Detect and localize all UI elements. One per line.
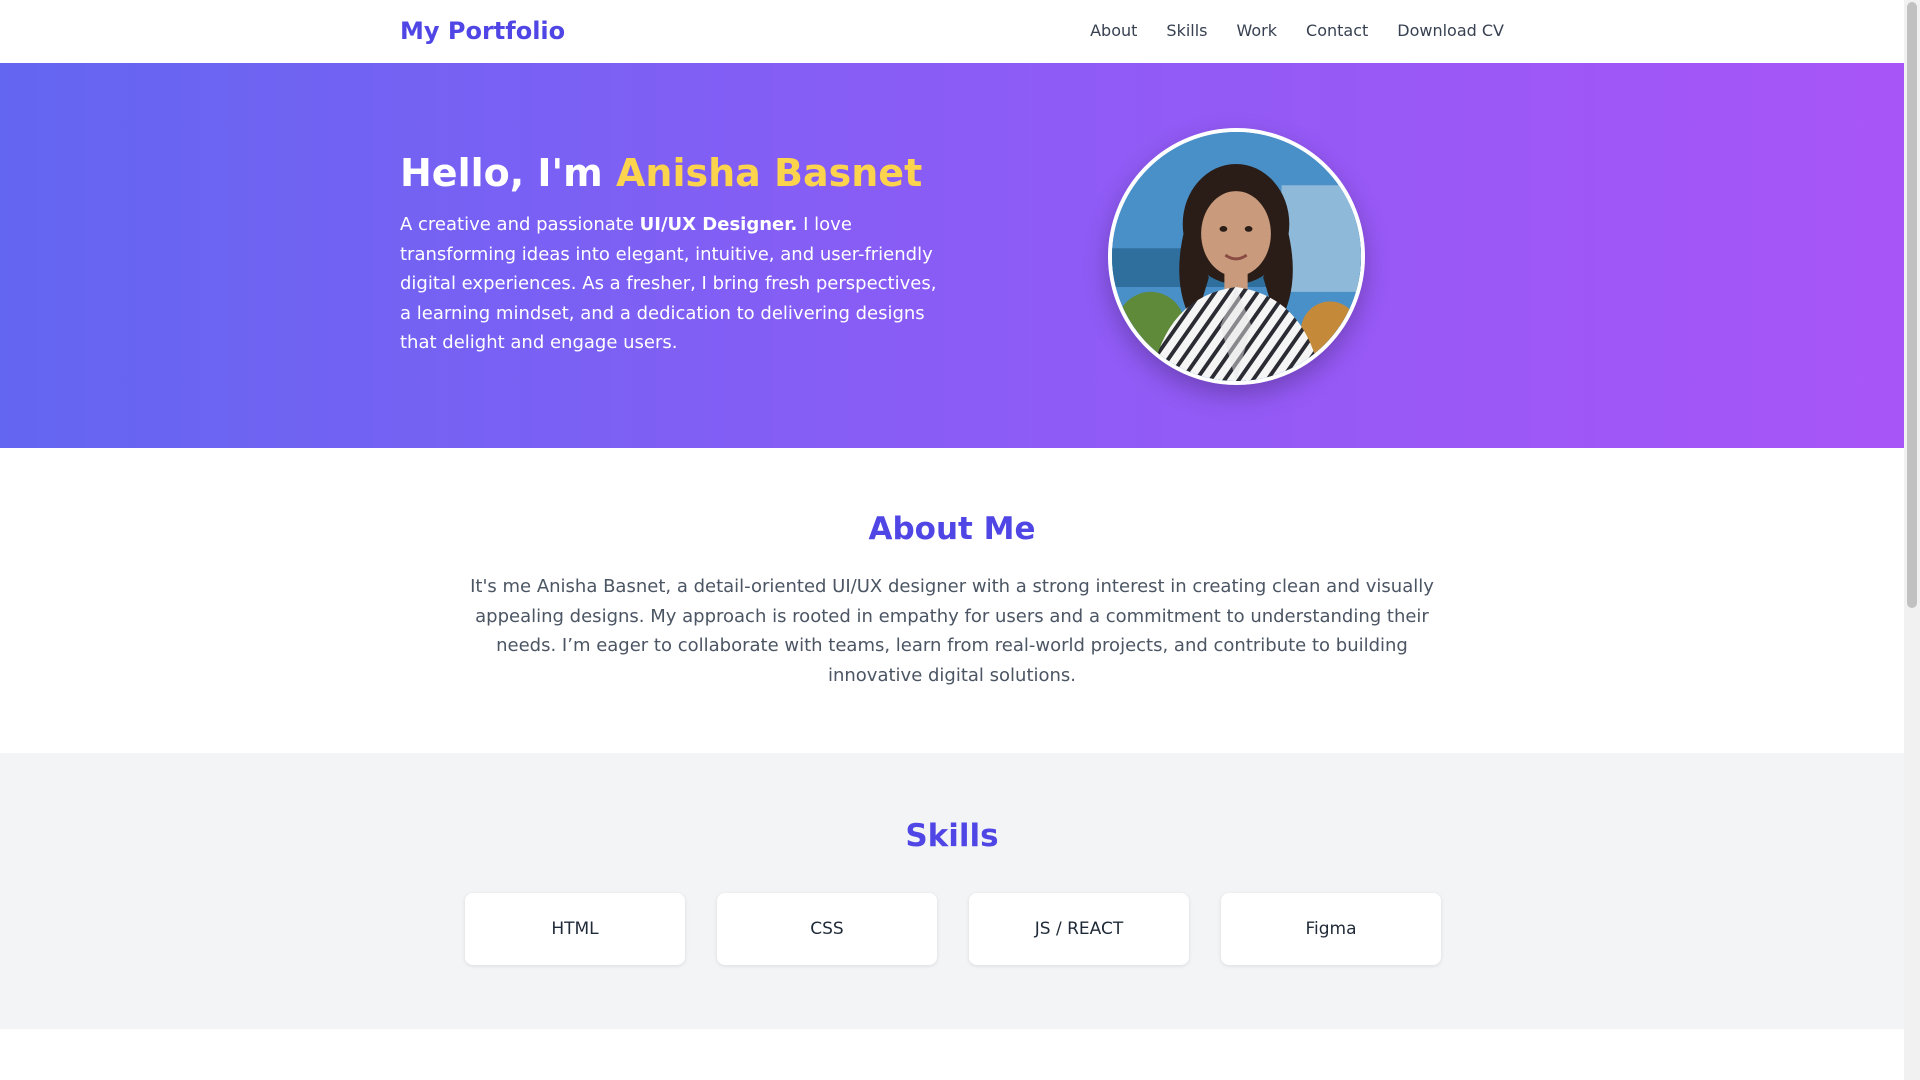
skill-card-html: HTML	[465, 893, 685, 965]
skills-section: Skills HTML CSS JS / REACT Figma	[0, 753, 1904, 1029]
skills-title: Skills	[905, 818, 999, 854]
hero-section: Hello, I'm Anisha Basnet A creative and …	[0, 63, 1904, 448]
hero-name: Anisha Basnet	[616, 151, 923, 195]
scrollbar-thumb[interactable]	[1907, 2, 1917, 608]
about-title: About Me	[868, 511, 1036, 547]
nav-links: About Skills Work Contact Download CV	[1090, 21, 1504, 40]
page: My Portfolio About Skills Work Contact D…	[0, 0, 1904, 1080]
skill-card-js-react: JS / REACT	[969, 893, 1189, 965]
about-text: It's me Anisha Basnet, a detail-oriented…	[470, 576, 1434, 686]
hero-intro: A creative and passionate UI/UX Designer…	[400, 210, 940, 358]
page-scrollbar[interactable]	[1904, 0, 1920, 1080]
profile-photo	[1108, 128, 1365, 385]
hero-intro-role: UI/UX Designer.	[639, 214, 798, 235]
hero-intro-before: A creative and passionate	[400, 214, 640, 235]
hero-title: Hello, I'm Anisha Basnet	[400, 151, 922, 195]
next-section	[0, 1029, 1904, 1080]
navbar: My Portfolio About Skills Work Contact D…	[0, 0, 1904, 63]
hero-greeting: Hello, I'm	[400, 151, 616, 195]
skill-card-css: CSS	[717, 893, 937, 965]
nav-link-contact[interactable]: Contact	[1306, 21, 1368, 40]
profile-photo-illustration	[1112, 132, 1361, 381]
nav-link-work[interactable]: Work	[1237, 21, 1278, 40]
skill-card-figma: Figma	[1221, 893, 1441, 965]
about-section: About Me It's me Anisha Basnet, a detail…	[0, 448, 1904, 753]
nav-link-about[interactable]: About	[1090, 21, 1137, 40]
skill-cards: HTML CSS JS / REACT Figma	[465, 893, 1441, 965]
nav-link-skills[interactable]: Skills	[1166, 21, 1207, 40]
nav-link-download-cv[interactable]: Download CV	[1397, 21, 1504, 40]
brand-logo[interactable]: My Portfolio	[400, 17, 565, 45]
